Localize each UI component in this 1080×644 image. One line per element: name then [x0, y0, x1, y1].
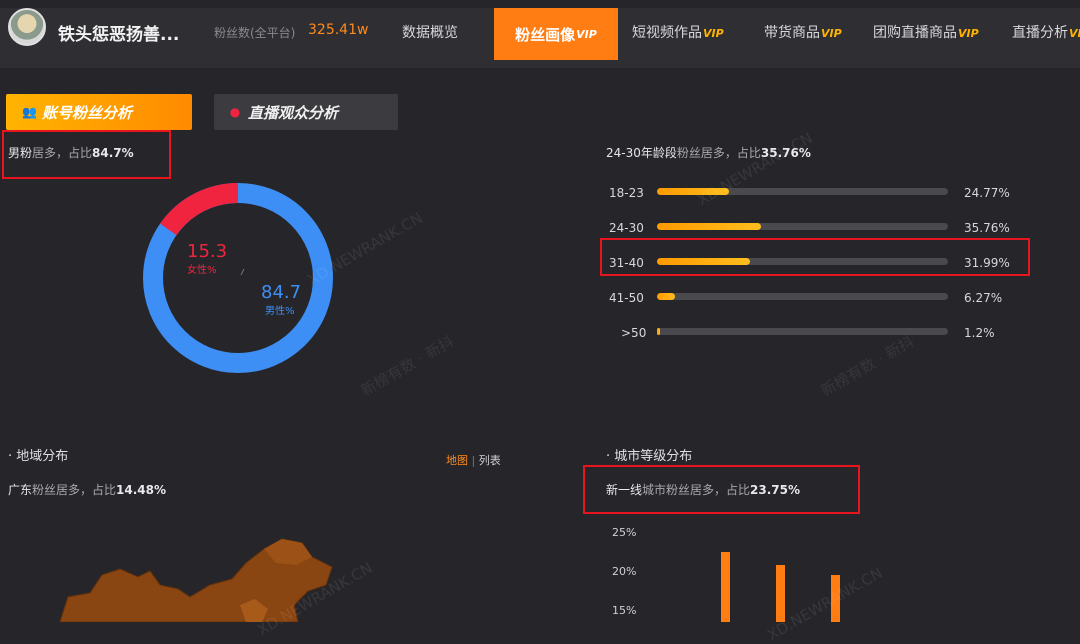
tab-group-live-goods[interactable]: 团购直播商品VIP — [873, 22, 979, 42]
highlight-box-gender — [2, 130, 171, 179]
region-title: · 地域分布 — [8, 449, 69, 464]
female-value: 15.3 — [187, 241, 228, 262]
avatar[interactable] — [8, 8, 46, 46]
tab-live-analysis[interactable]: 直播分析VIP — [1012, 22, 1080, 42]
age-bar-41-50 — [657, 293, 948, 300]
watermark: 新榜有数 · 新抖 — [357, 332, 458, 400]
toggle-list[interactable]: 列表 — [479, 454, 501, 467]
age-bar-fill — [657, 328, 661, 335]
y-tick-15: 15% — [612, 604, 637, 617]
tab-short-videos[interactable]: 短视频作品VIP — [632, 22, 724, 42]
account-fans-analysis-button[interactable]: 👥 账号粉丝分析 — [6, 94, 192, 130]
donut-divider — [240, 268, 245, 276]
age-bar-fill — [657, 293, 676, 300]
city-bar-2 — [776, 564, 785, 622]
age-bar-24-30 — [657, 223, 948, 230]
age-label-18-23: 18-23 — [609, 186, 644, 200]
city-bar-new-tier1 — [721, 551, 730, 622]
tab-goods[interactable]: 带货商品VIP — [764, 22, 842, 42]
male-value: 84.7 — [261, 282, 302, 303]
region-summary: 广东粉丝居多，占比14.48% — [8, 483, 167, 497]
male-label: 男性% — [265, 306, 295, 317]
tab-data-overview[interactable]: 数据概览 — [402, 22, 458, 42]
watermark: 新榜有数 · 新抖 — [817, 332, 918, 400]
age-label-50-plus: >50 — [621, 326, 647, 340]
female-label: 女性% — [187, 265, 217, 276]
highlight-box-age-31-40 — [600, 238, 1030, 276]
age-label-24-30: 24-30 — [609, 221, 644, 235]
fans-count-label: 粉丝数(全平台) — [214, 26, 296, 40]
y-tick-25: 25% — [612, 526, 637, 539]
gender-donut-chart — [143, 183, 333, 373]
highlight-box-city — [583, 465, 860, 514]
toggle-map[interactable]: 地图 — [446, 454, 468, 467]
y-tick-20: 20% — [612, 565, 637, 578]
age-value-41-50: 6.27% — [964, 291, 1003, 305]
age-bar-fill — [657, 223, 762, 230]
age-value-24-30: 35.76% — [964, 221, 1010, 235]
age-label-41-50: 41-50 — [609, 291, 644, 305]
tab-fan-profile[interactable]: 粉丝画像 VIP — [494, 8, 618, 60]
fans-count-value: 325.41w — [308, 22, 369, 38]
account-name: 铁头惩恶扬善... — [58, 25, 180, 45]
map-list-toggle: 地图 | 列表 — [446, 454, 501, 467]
city-title: · 城市等级分布 — [606, 449, 693, 464]
age-value-50-plus: 1.2% — [964, 326, 995, 340]
live-user-icon: ● — [229, 105, 241, 119]
users-icon: 👥 — [22, 105, 37, 119]
watermark: XD.NEWRANK.CN — [694, 128, 816, 210]
age-value-18-23: 24.77% — [964, 186, 1010, 200]
live-audience-analysis-button[interactable]: ● 直播观众分析 — [214, 94, 398, 130]
